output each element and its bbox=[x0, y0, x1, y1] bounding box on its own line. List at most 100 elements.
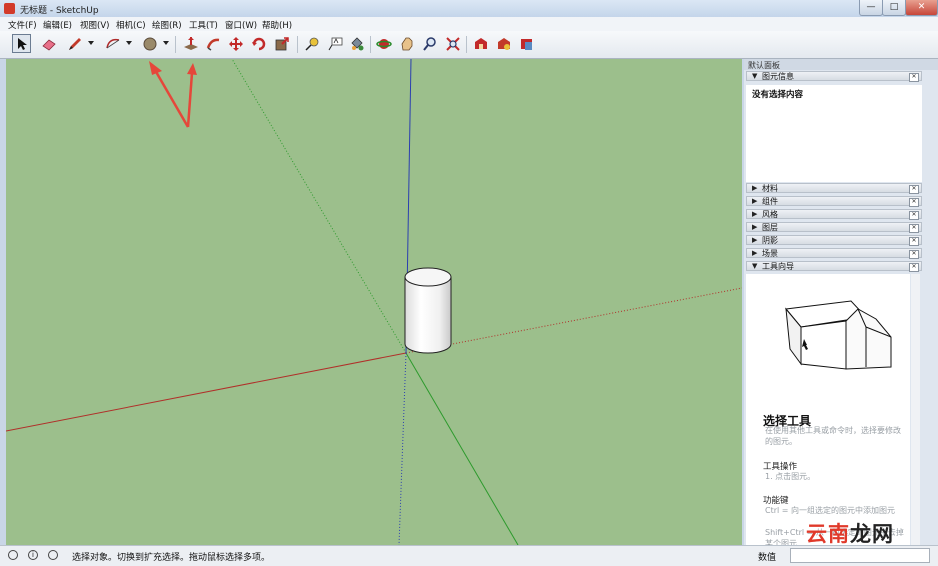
red-axis-dotted-line bbox=[405, 287, 742, 354]
triangle-down-icon: ▼ bbox=[752, 262, 758, 270]
eraser-icon bbox=[42, 39, 56, 51]
site-watermark: 云南龙网 bbox=[806, 522, 894, 546]
arc-dropdown-icon[interactable] bbox=[126, 41, 132, 45]
section-label: 图层 bbox=[762, 223, 778, 232]
move-tool-button[interactable] bbox=[227, 35, 245, 53]
zoom-magnifier-icon bbox=[423, 37, 436, 51]
instructor-scrollbar[interactable] bbox=[911, 274, 920, 545]
warehouse-tool-button[interactable] bbox=[472, 35, 490, 53]
cylinder-body bbox=[404, 276, 452, 354]
instructor-description: 在使用其他工具或命令时，选择要修改的图元。 bbox=[765, 426, 901, 446]
user-icon[interactable] bbox=[48, 550, 58, 560]
move-icon bbox=[229, 37, 243, 51]
menu-window[interactable]: 窗口(W) bbox=[225, 19, 257, 31]
pan-tool-button[interactable] bbox=[398, 35, 416, 53]
section-label: 图元信息 bbox=[762, 72, 794, 81]
measurements-label: 数值 bbox=[758, 553, 777, 563]
tape-measure-tool-button[interactable] bbox=[303, 35, 321, 53]
cursor-arrow-icon bbox=[17, 37, 27, 50]
section-materials[interactable]: ▶ 材料 ✕ bbox=[746, 183, 922, 194]
menu-camera[interactable]: 相机(C) bbox=[116, 19, 146, 31]
text-tool-button[interactable] bbox=[326, 35, 344, 53]
annotation-arrowhead-right bbox=[187, 63, 197, 75]
section-label: 场景 bbox=[762, 249, 778, 258]
green-axis-line bbox=[405, 352, 519, 545]
scene-drawing bbox=[6, 59, 742, 545]
rotate-tool-button[interactable] bbox=[250, 35, 268, 53]
extension-tool-button[interactable] bbox=[518, 35, 536, 53]
scale-icon bbox=[275, 37, 289, 51]
zoom-extents-icon bbox=[446, 37, 460, 51]
scale-tool-button[interactable] bbox=[273, 35, 291, 53]
close-icon[interactable]: ✕ bbox=[909, 224, 919, 233]
pencil-tool-button[interactable] bbox=[66, 35, 84, 53]
menu-help[interactable]: 帮助(H) bbox=[262, 19, 292, 31]
section-components[interactable]: ▶ 组件 ✕ bbox=[746, 196, 922, 207]
close-icon[interactable]: ✕ bbox=[909, 250, 919, 259]
section-layers[interactable]: ▶ 图层 ✕ bbox=[746, 222, 922, 233]
modifier-key-ctrl: Ctrl = 向一组选定的图元中添加图元 bbox=[765, 506, 896, 515]
green-axis-dotted-line bbox=[231, 59, 407, 354]
close-icon[interactable]: ✕ bbox=[909, 263, 919, 272]
orbit-tool-button[interactable] bbox=[375, 35, 393, 53]
triangle-right-icon: ▶ bbox=[752, 184, 758, 192]
triangle-down-icon: ▼ bbox=[752, 72, 758, 80]
section-entity-info[interactable]: ▼ 图元信息 ✕ bbox=[746, 71, 922, 82]
pencil-dropdown-icon[interactable] bbox=[88, 41, 94, 45]
triangle-right-icon: ▶ bbox=[752, 197, 758, 205]
zoom-extents-tool-button[interactable] bbox=[444, 35, 462, 53]
shape-dropdown-icon[interactable] bbox=[163, 41, 169, 45]
status-bar: i 选择对象。切换到扩充选择。拖动鼠标选择多项。 数值 bbox=[0, 545, 938, 566]
close-button[interactable]: ✕ bbox=[905, 0, 938, 16]
toolbar-separator bbox=[297, 36, 298, 53]
geo-location-icon[interactable] bbox=[8, 550, 18, 560]
close-icon[interactable]: ✕ bbox=[909, 237, 919, 246]
entity-info-body: 没有选择内容 bbox=[746, 85, 922, 182]
close-icon[interactable]: ✕ bbox=[909, 211, 919, 220]
section-styles[interactable]: ▶ 风格 ✕ bbox=[746, 209, 922, 220]
annotation-arrow-left bbox=[153, 69, 190, 128]
arc-tool-button[interactable] bbox=[104, 35, 122, 53]
select-tool-button[interactable] bbox=[12, 34, 31, 53]
menu-file[interactable]: 文件(F) bbox=[8, 19, 37, 31]
eraser-tool-button[interactable] bbox=[40, 35, 58, 53]
components-share-icon bbox=[498, 38, 510, 50]
section-scenes[interactable]: ▶ 场景 ✕ bbox=[746, 248, 922, 259]
window-title: 无标题 - SketchUp bbox=[20, 6, 99, 16]
menu-tools[interactable]: 工具(T) bbox=[189, 19, 218, 31]
instructor-body: 选择工具 在使用其他工具或命令时，选择要修改的图元。 工具操作 1. 点击图元。… bbox=[746, 274, 910, 545]
close-icon[interactable]: ✕ bbox=[909, 198, 919, 207]
push-pull-icon bbox=[184, 37, 198, 50]
menu-draw[interactable]: 绘图(R) bbox=[152, 19, 182, 31]
section-label: 阴影 bbox=[762, 236, 778, 245]
paint-bucket-tool-button[interactable] bbox=[348, 35, 366, 53]
measurements-input[interactable] bbox=[790, 548, 930, 563]
house-illustration bbox=[785, 300, 892, 370]
toolbar-separator bbox=[175, 36, 176, 53]
section-instructor[interactable]: ▼ 工具向导 ✕ bbox=[746, 261, 922, 272]
selection-status: 没有选择内容 bbox=[752, 90, 804, 100]
paint-bucket-icon bbox=[351, 37, 364, 51]
sketchup-app-icon bbox=[4, 3, 15, 14]
maximize-button[interactable]: □ bbox=[882, 0, 906, 16]
push-pull-tool-button[interactable] bbox=[182, 35, 200, 53]
3d-viewport[interactable] bbox=[6, 59, 742, 545]
section-label: 组件 bbox=[762, 197, 778, 206]
info-icon[interactable]: i bbox=[28, 550, 38, 560]
follow-me-tool-button[interactable] bbox=[204, 35, 222, 53]
triangle-right-icon: ▶ bbox=[752, 236, 758, 244]
triangle-right-icon: ▶ bbox=[752, 249, 758, 257]
menu-edit[interactable]: 编辑(E) bbox=[43, 19, 72, 31]
close-icon[interactable]: ✕ bbox=[909, 185, 919, 194]
triangle-right-icon: ▶ bbox=[752, 223, 758, 231]
shape-tool-button[interactable] bbox=[141, 35, 159, 53]
status-message: 选择对象。切换到扩充选择。拖动鼠标选择多项。 bbox=[72, 553, 271, 563]
close-icon[interactable]: ✕ bbox=[909, 73, 919, 82]
menu-bar: 文件(F) 编辑(E) 视图(V) 相机(C) 绘图(R) 工具(T) 窗口(W… bbox=[0, 17, 938, 31]
components-tool-button[interactable] bbox=[495, 35, 513, 53]
zoom-tool-button[interactable] bbox=[421, 35, 439, 53]
minimize-button[interactable]: — bbox=[859, 0, 883, 16]
menu-view[interactable]: 视图(V) bbox=[80, 19, 109, 31]
section-label: 工具向导 bbox=[762, 262, 794, 271]
section-shadows[interactable]: ▶ 阴影 ✕ bbox=[746, 235, 922, 246]
